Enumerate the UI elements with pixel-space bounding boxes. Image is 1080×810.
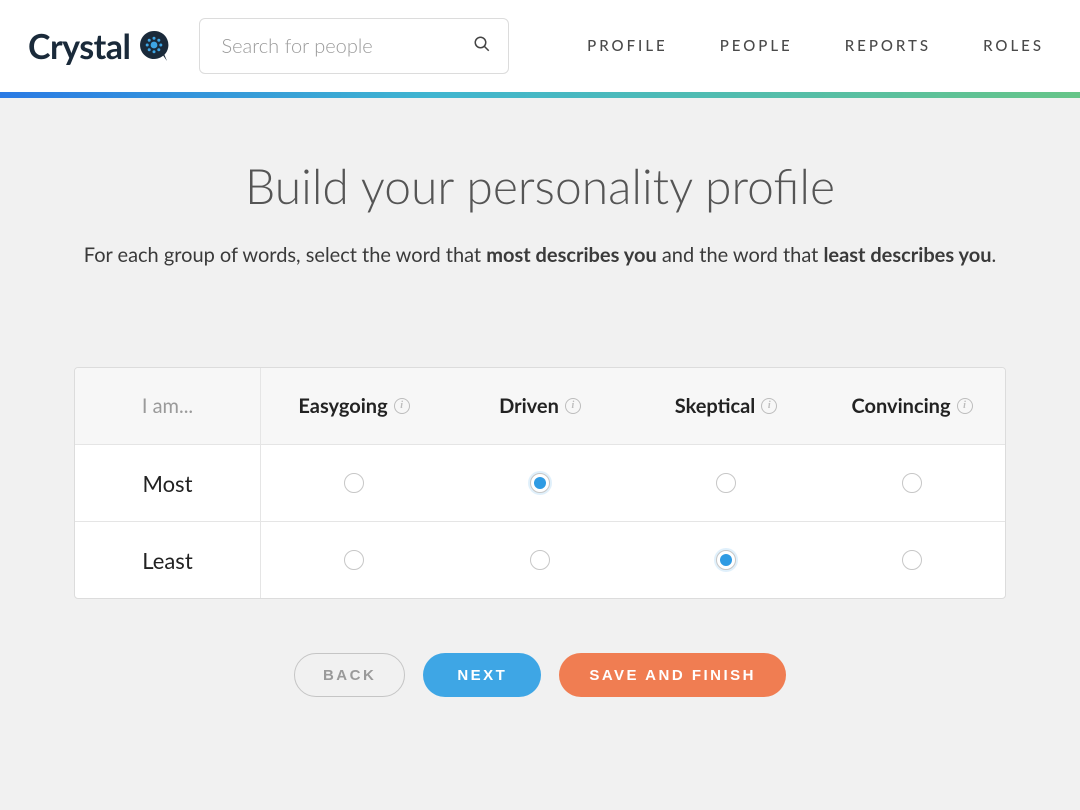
radio-cell: [819, 522, 1005, 598]
brand-bubble-icon: [137, 29, 171, 63]
subtitle-bold-1: most describes you: [486, 243, 657, 267]
save-and-finish-button[interactable]: SAVE AND FINISH: [559, 653, 786, 697]
trait-label: Driven: [499, 394, 559, 418]
radio-most-skeptical[interactable]: [716, 473, 736, 493]
header-label-cell: I am...: [75, 368, 261, 444]
page-title: Build your personality profile: [0, 158, 1080, 215]
table-header-row: I am... Easygoing i Driven i Skeptical i…: [75, 368, 1005, 444]
radio-cell: [261, 522, 447, 598]
trait-header: Skeptical i: [633, 368, 819, 444]
subtitle-text: .: [992, 243, 997, 267]
trait-table: I am... Easygoing i Driven i Skeptical i…: [74, 367, 1006, 599]
radio-cell: [447, 445, 633, 521]
trait-header: Convincing i: [819, 368, 1005, 444]
brand-logo[interactable]: Crystal: [28, 26, 171, 67]
info-icon[interactable]: i: [761, 398, 777, 414]
row-label: Most: [75, 445, 261, 521]
info-icon[interactable]: i: [957, 398, 973, 414]
trait-label: Skeptical: [675, 394, 756, 418]
nav-profile[interactable]: PROFILE: [587, 37, 668, 55]
radio-most-easygoing[interactable]: [344, 473, 364, 493]
info-icon[interactable]: i: [394, 398, 410, 414]
brand-text: Crystal: [28, 26, 131, 67]
radio-least-skeptical[interactable]: [716, 550, 736, 570]
main-content: Build your personality profile For each …: [0, 98, 1080, 810]
radio-least-convincing[interactable]: [902, 550, 922, 570]
nav-reports[interactable]: REPORTS: [845, 37, 931, 55]
table-row-most: Most: [75, 444, 1005, 521]
subtitle-text: and the word that: [657, 243, 824, 267]
radio-cell: [633, 445, 819, 521]
next-button[interactable]: NEXT: [423, 653, 541, 697]
search-icon[interactable]: [473, 35, 491, 57]
radio-cell: [819, 445, 1005, 521]
radio-least-easygoing[interactable]: [344, 550, 364, 570]
page-subtitle: For each group of words, select the word…: [0, 243, 1080, 267]
info-icon[interactable]: i: [565, 398, 581, 414]
radio-cell: [447, 522, 633, 598]
subtitle-bold-2: least describes you: [823, 243, 991, 267]
trait-header: Easygoing i: [261, 368, 447, 444]
search-input[interactable]: [199, 18, 509, 74]
radio-least-driven[interactable]: [530, 550, 550, 570]
button-row: BACK NEXT SAVE AND FINISH: [0, 653, 1080, 697]
back-button[interactable]: BACK: [294, 653, 405, 697]
radio-most-convincing[interactable]: [902, 473, 922, 493]
trait-label: Convincing: [851, 394, 950, 418]
radio-cell: [261, 445, 447, 521]
primary-nav: PROFILE PEOPLE REPORTS ROLES: [587, 37, 1044, 55]
radio-most-driven[interactable]: [530, 473, 550, 493]
search-field: [199, 18, 509, 74]
trait-header: Driven i: [447, 368, 633, 444]
row-label: Least: [75, 522, 261, 598]
trait-label: Easygoing: [298, 394, 387, 418]
table-row-least: Least: [75, 521, 1005, 598]
subtitle-text: For each group of words, select the word…: [84, 243, 486, 267]
top-bar: Crystal PROFILE PEOPLE REPORTS: [0, 0, 1080, 92]
nav-people[interactable]: PEOPLE: [720, 37, 793, 55]
radio-cell: [633, 522, 819, 598]
nav-roles[interactable]: ROLES: [983, 37, 1044, 55]
